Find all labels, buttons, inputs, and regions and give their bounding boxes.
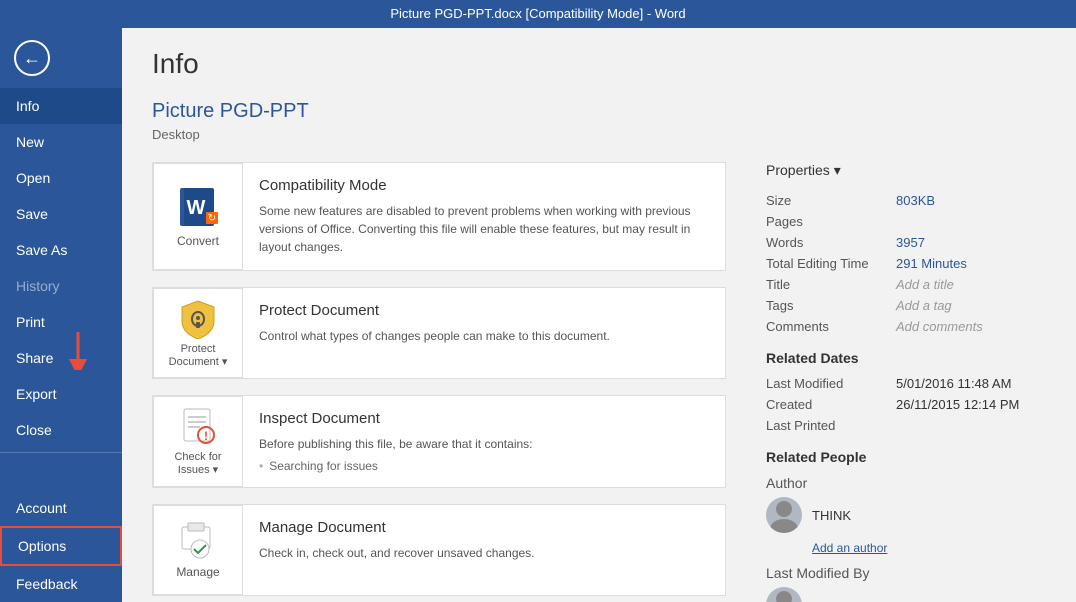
sidebar-item-account[interactable]: Account bbox=[0, 490, 122, 526]
page-title: Info bbox=[152, 48, 1046, 80]
protect-card: ProtectDocument ▾ Protect Document Contr… bbox=[152, 287, 726, 379]
sidebar-divider bbox=[0, 452, 122, 453]
manage-button[interactable]: Manage bbox=[153, 505, 243, 595]
title-bar-text: Picture PGD-PPT.docx [Compatibility Mode… bbox=[390, 6, 685, 21]
compatibility-title: Compatibility Mode bbox=[259, 177, 709, 194]
shield-icon bbox=[180, 299, 216, 339]
back-circle-icon[interactable]: ← bbox=[14, 40, 50, 76]
prop-pages: Pages bbox=[766, 214, 1046, 229]
inspect-card: ! Check forIssues ▾ Inspect Document Bef… bbox=[152, 395, 726, 488]
protect-text: Protect Document Control what types of c… bbox=[243, 288, 626, 378]
word-convert-icon: W ↻ bbox=[176, 186, 220, 230]
prop-size: Size 803KB bbox=[766, 193, 1046, 208]
sidebar-item-options[interactable]: Options bbox=[0, 526, 122, 566]
inspect-label: Check forIssues ▾ bbox=[174, 451, 221, 476]
svg-text:↻: ↻ bbox=[208, 213, 216, 224]
manage-card: Manage Manage Document Check in, check o… bbox=[152, 504, 726, 596]
convert-button[interactable]: W ↻ Convert bbox=[153, 163, 243, 270]
related-dates-table: Last Modified 5/01/2016 11:48 AM Created… bbox=[766, 376, 1046, 433]
protect-label: ProtectDocument ▾ bbox=[169, 343, 228, 368]
prop-author-label-row: Author bbox=[766, 475, 1046, 491]
doc-title: Picture PGD-PPT bbox=[152, 100, 1046, 123]
prop-title: Title Add a title bbox=[766, 277, 1046, 292]
manage-title: Manage Document bbox=[259, 519, 535, 536]
compatibility-card: W ↻ Convert Compatibility Mode Some new … bbox=[152, 162, 726, 271]
main-content: Info Picture PGD-PPT Desktop W ↻ bbox=[122, 28, 1076, 602]
last-modified-by-avatar-row bbox=[766, 587, 1046, 602]
protect-title: Protect Document bbox=[259, 302, 610, 319]
add-author-link[interactable]: Add an author bbox=[812, 541, 1046, 555]
manage-text: Manage Document Check in, check out, and… bbox=[243, 505, 551, 595]
title-bar: Picture PGD-PPT.docx [Compatibility Mode… bbox=[0, 0, 1076, 28]
related-people-title: Related People bbox=[766, 449, 1046, 465]
svg-text:W: W bbox=[187, 197, 206, 219]
last-modified-by-row: Last Modified By bbox=[766, 565, 1046, 581]
inspect-button[interactable]: ! Check forIssues ▾ bbox=[153, 396, 243, 487]
compatibility-text: Compatibility Mode Some new features are… bbox=[243, 163, 725, 270]
sidebar-item-save[interactable]: Save bbox=[0, 196, 122, 232]
inspect-title: Inspect Document bbox=[259, 410, 533, 427]
last-modified-avatar-inner bbox=[766, 587, 802, 602]
prop-editing-time: Total Editing Time 291 Minutes bbox=[766, 256, 1046, 271]
svg-text:!: ! bbox=[204, 429, 208, 443]
manage-label: Manage bbox=[176, 565, 219, 579]
sidebar-item-share[interactable]: Share bbox=[0, 340, 122, 376]
author-row: THINK bbox=[766, 497, 1046, 533]
manage-icon bbox=[180, 521, 216, 561]
sidebar-item-history[interactable]: History bbox=[0, 268, 122, 304]
inspect-desc: Before publishing this file, be aware th… bbox=[259, 435, 533, 453]
sidebar-item-close[interactable]: Close bbox=[0, 412, 122, 448]
sidebar-item-feedback[interactable]: Feedback bbox=[0, 566, 122, 602]
inspect-sub: • Searching for issues bbox=[259, 459, 533, 473]
left-panel: W ↻ Convert Compatibility Mode Some new … bbox=[152, 162, 726, 602]
properties-header: Properties ▾ bbox=[766, 162, 1046, 179]
sidebar-item-export[interactable]: Export bbox=[0, 376, 122, 412]
manage-desc: Check in, check out, and recover unsaved… bbox=[259, 544, 535, 562]
prop-last-printed: Last Printed bbox=[766, 418, 1046, 433]
sidebar-item-save-as[interactable]: Save As bbox=[0, 232, 122, 268]
compatibility-desc: Some new features are disabled to preven… bbox=[259, 202, 709, 256]
sidebar-item-print[interactable]: Print bbox=[0, 304, 122, 340]
sidebar-item-open[interactable]: Open bbox=[0, 160, 122, 196]
inspect-text: Inspect Document Before publishing this … bbox=[243, 396, 549, 487]
prop-tags: Tags Add a tag bbox=[766, 298, 1046, 313]
last-modified-avatar bbox=[766, 587, 802, 602]
protect-desc: Control what types of changes people can… bbox=[259, 327, 610, 345]
properties-table: Size 803KB Pages Words 3957 Total Editin… bbox=[766, 193, 1046, 334]
doc-location: Desktop bbox=[152, 127, 1046, 142]
sidebar-item-new[interactable]: New bbox=[0, 124, 122, 160]
prop-comments: Comments Add comments bbox=[766, 319, 1046, 334]
prop-words: Words 3957 bbox=[766, 235, 1046, 250]
convert-label: Convert bbox=[177, 234, 219, 248]
avatar bbox=[766, 497, 802, 533]
inspect-icon: ! bbox=[180, 407, 216, 447]
protect-button[interactable]: ProtectDocument ▾ bbox=[153, 288, 243, 378]
prop-last-modified: Last Modified 5/01/2016 11:48 AM bbox=[766, 376, 1046, 391]
related-dates-title: Related Dates bbox=[766, 350, 1046, 366]
sidebar-item-info[interactable]: Info bbox=[0, 88, 122, 124]
sidebar: ← Info New Open Save Save As History Pri… bbox=[0, 28, 122, 602]
author-name: THINK bbox=[812, 508, 851, 523]
red-arrow-icon bbox=[68, 330, 88, 370]
right-panel: Properties ▾ Size 803KB Pages Words 3957 bbox=[766, 162, 1046, 602]
back-button[interactable]: ← bbox=[0, 28, 122, 88]
avatar-inner bbox=[766, 497, 802, 533]
prop-created: Created 26/11/2015 12:14 PM bbox=[766, 397, 1046, 412]
